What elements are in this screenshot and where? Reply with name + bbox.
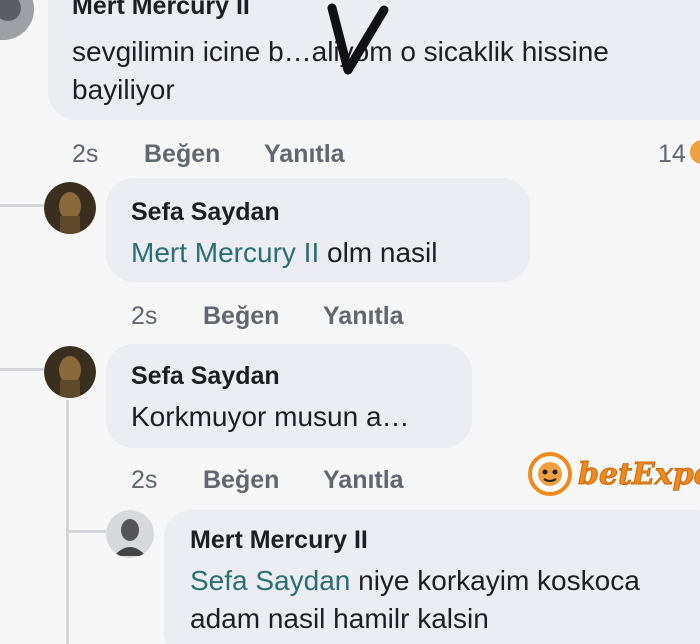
reply-button[interactable]: Yanıtla	[264, 140, 345, 169]
comment-actions: 2s Beğen Yanıtla	[131, 466, 531, 496]
comment-text: adam nasil hamilr kalsin	[190, 603, 489, 634]
thread-line	[66, 400, 69, 644]
comment-text: bayiliyor	[72, 74, 175, 105]
comment-author[interactable]: Sefa Saydan	[131, 362, 280, 391]
comment-actions: 2s Beğen Yanıtla	[131, 302, 531, 332]
watermark: betExper	[528, 452, 700, 496]
thread-line	[0, 204, 44, 207]
checkmark-scribble-icon	[327, 3, 389, 75]
comment-time[interactable]: 2s	[72, 140, 98, 169]
comment-text: Korkmuyor musun a…	[131, 401, 410, 432]
thread-line	[0, 368, 44, 371]
comment-author[interactable]: Mert Mercury II	[72, 0, 250, 21]
thread-line	[66, 530, 106, 533]
mention-link[interactable]: Mert Mercury II	[131, 237, 319, 268]
tiger-badge-icon	[528, 452, 572, 496]
watermark-brand: betExper	[578, 456, 700, 492]
comment-text: Sefa Saydan niye korkayim koskoca	[190, 561, 640, 601]
comment-text: Mert Mercury II olm nasil	[131, 233, 438, 273]
like-button[interactable]: Beğen	[203, 302, 279, 331]
mention-link[interactable]: Sefa Saydan	[190, 565, 350, 596]
comment-time[interactable]: 2s	[131, 466, 157, 495]
avatar[interactable]	[0, 0, 34, 40]
like-button[interactable]: Beğen	[144, 140, 220, 169]
comment-author[interactable]: Sefa Saydan	[131, 198, 280, 227]
avatar[interactable]	[44, 346, 96, 398]
comment-time[interactable]: 2s	[131, 302, 157, 331]
comment-body: olm nasil	[319, 237, 438, 268]
avatar[interactable]	[44, 182, 96, 234]
reaction-icon[interactable]	[690, 140, 700, 164]
comment-actions: 2s Beğen Yanıtla	[72, 140, 632, 170]
avatar[interactable]	[106, 510, 154, 558]
reaction-count[interactable]: 14	[658, 140, 686, 169]
reply-button[interactable]: Yanıtla	[323, 466, 404, 495]
like-button[interactable]: Beğen	[203, 466, 279, 495]
comment-author[interactable]: Mert Mercury II	[190, 526, 368, 555]
reply-button[interactable]: Yanıtla	[323, 302, 404, 331]
comment-body: niye korkayim koskoca	[350, 565, 640, 596]
